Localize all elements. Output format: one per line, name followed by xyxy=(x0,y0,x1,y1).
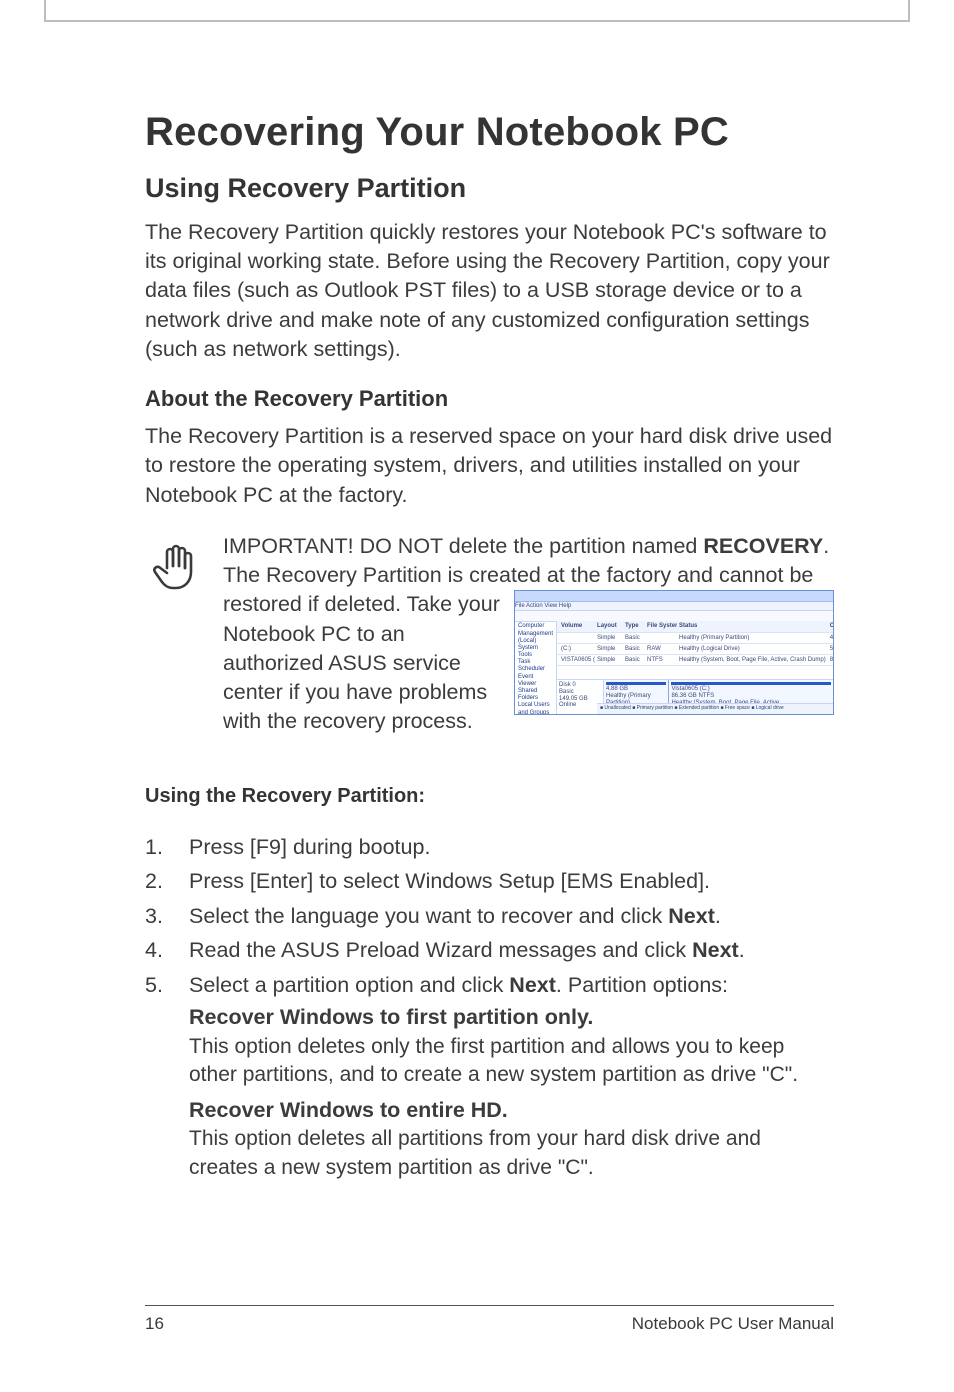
intro-paragraph: The Recovery Partition quickly restores … xyxy=(145,218,834,364)
disk-legend: ■ Unallocated ■ Primary partition ■ Exte… xyxy=(597,703,833,714)
partition-title: Vista0605 (C:) xyxy=(671,686,831,693)
step-bold: Next xyxy=(509,973,556,997)
option-1-body: This option deletes only the first parti… xyxy=(189,1033,834,1089)
tree-item: Computer Management (Local) xyxy=(518,623,553,645)
option-1-title: Recover Windows to first partition only. xyxy=(189,1002,834,1033)
page-number: 16 xyxy=(145,1314,164,1334)
step-5: Select a partition option and click Next… xyxy=(145,970,834,1182)
step-text: Read the ASUS Preload Wizard messages an… xyxy=(189,938,692,962)
recovery-steps: Press [F9] during bootup. Press [Enter] … xyxy=(145,832,834,1182)
tree-item: Local Users and Groups xyxy=(518,702,553,715)
step-1: Press [F9] during bootup. xyxy=(145,832,834,863)
cell: 4.88 GB xyxy=(828,633,834,643)
cell xyxy=(645,633,677,643)
tree-item: Shared Folders xyxy=(518,688,553,702)
cell: Healthy (Logical Drive) xyxy=(677,644,828,654)
cell: Healthy (Primary Partition) xyxy=(677,633,828,643)
cell: VISTA0605 (C:) xyxy=(559,655,595,665)
important-text-a: IMPORTANT! DO NOT delete the partition n… xyxy=(223,534,703,558)
cell: NTFS xyxy=(645,655,677,665)
mmc-tree: Computer Management (Local) System Tools… xyxy=(515,621,557,714)
col-cap: Capacity xyxy=(828,621,834,631)
disk-size: 149.05 GB xyxy=(559,696,601,703)
col-volume: Volume xyxy=(559,621,595,631)
cell: Basic xyxy=(623,644,645,654)
cell: RAW xyxy=(645,644,677,654)
page-crop-marks xyxy=(44,0,910,22)
step-text: . xyxy=(715,904,721,928)
volume-row: VISTA0605 (C:) Simple Basic NTFS Healthy… xyxy=(557,655,834,666)
using-heading: Using the Recovery Partition: xyxy=(145,785,834,808)
cell: (C:) xyxy=(559,644,595,654)
about-paragraph: The Recovery Partition is a reserved spa… xyxy=(145,422,834,510)
disk-type: Basic xyxy=(559,689,601,696)
tree-item: Task Scheduler xyxy=(518,659,553,673)
important-first-line: IMPORTANT! DO NOT delete the partition n… xyxy=(223,532,834,590)
cell: Basic xyxy=(623,633,645,643)
important-note: IMPORTANT! DO NOT delete the partition n… xyxy=(145,532,834,737)
step-text: Select a partition option and click xyxy=(189,973,509,997)
cell: Simple xyxy=(595,655,623,665)
option-2-title: Recover Windows to entire HD. xyxy=(189,1095,834,1126)
cell: 57.84 GB xyxy=(828,644,834,654)
disk-label: Disk 0 xyxy=(559,682,601,689)
important-rest: restored if deleted. Take your Notebook … xyxy=(223,590,500,736)
page-title: Recovering Your Notebook PC xyxy=(145,110,834,155)
tree-item: System Tools xyxy=(518,645,553,659)
section-subtitle: Using Recovery Partition xyxy=(145,173,834,204)
step-3: Select the language you want to recover … xyxy=(145,901,834,932)
manual-label: Notebook PC User Manual xyxy=(632,1314,834,1334)
step-4: Read the ASUS Preload Wizard messages an… xyxy=(145,935,834,966)
cell: Simple xyxy=(595,644,623,654)
cell: Basic xyxy=(623,655,645,665)
step-2: Press [Enter] to select Windows Setup [E… xyxy=(145,866,834,897)
disk-state: Online xyxy=(559,702,601,709)
volume-grid-header: Volume Layout Type File System Status Ca… xyxy=(557,621,834,632)
important-recovery-word: RECOVERY xyxy=(703,534,823,558)
col-fs: File System xyxy=(645,621,677,631)
volume-row: (C:) Simple Basic RAW Healthy (Logical D… xyxy=(557,644,834,655)
cell: Simple xyxy=(595,633,623,643)
step-text: Select the language you want to recover … xyxy=(189,904,668,928)
disk-management-screenshot: File Action View Help Computer Managemen… xyxy=(514,590,834,715)
tree-item: Event Viewer xyxy=(518,674,553,688)
step-text: . xyxy=(739,938,745,962)
page-content: Recovering Your Notebook PC Using Recove… xyxy=(145,110,834,1188)
cell: Healthy (System, Boot, Page File, Active… xyxy=(677,655,828,665)
step-bold: Next xyxy=(692,938,739,962)
cell: 86.36 GB xyxy=(828,655,834,665)
partition-size: 86.36 GB NTFS xyxy=(671,693,831,700)
window-menubar: File Action View Help xyxy=(515,602,833,611)
col-status: Status xyxy=(677,621,828,631)
hand-stop-icon xyxy=(145,536,205,596)
step-text: . Partition options: xyxy=(556,973,728,997)
col-layout: Layout xyxy=(595,621,623,631)
window-titlebar xyxy=(515,591,833,602)
option-2-body: This option deletes all partitions from … xyxy=(189,1125,834,1181)
cell xyxy=(559,633,595,643)
partition-size: 4.88 GB xyxy=(606,686,666,693)
col-type: Type xyxy=(623,621,645,631)
step-bold: Next xyxy=(668,904,715,928)
volume-row: Simple Basic Healthy (Primary Partition)… xyxy=(557,633,834,644)
footer-rule xyxy=(145,1305,834,1306)
about-heading: About the Recovery Partition xyxy=(145,386,834,412)
page-footer: 16 Notebook PC User Manual xyxy=(145,1314,834,1334)
disk-main-pane: Volume Layout Type File System Status Ca… xyxy=(557,621,834,714)
